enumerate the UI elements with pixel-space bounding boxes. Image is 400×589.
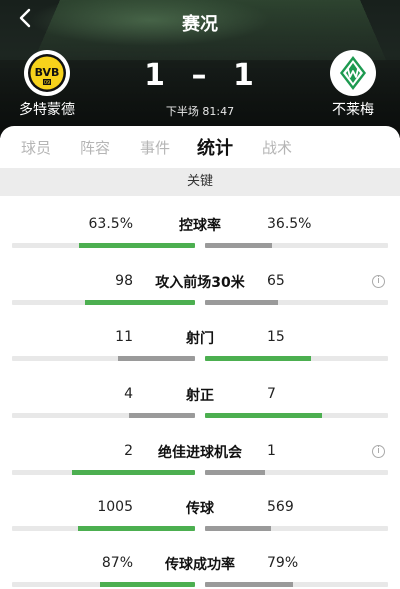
stat-away-value: 79% bbox=[267, 555, 299, 571]
stat-home-bar bbox=[72, 470, 195, 475]
stat-away-value: 569 bbox=[267, 499, 294, 515]
stat-row-shots: 11 射门 15 bbox=[0, 317, 400, 374]
stat-row-possession: 63.5% 控球率 36.5% bbox=[0, 204, 400, 261]
stat-away-value: 36.5% bbox=[267, 216, 312, 232]
stat-home-bar bbox=[77, 526, 195, 531]
tab-lineup[interactable]: 阵容 bbox=[80, 137, 110, 158]
stat-away-value: 1 bbox=[267, 443, 276, 459]
tab-players[interactable]: 球员 bbox=[21, 137, 51, 158]
stat-away-value: 7 bbox=[267, 386, 276, 402]
stat-row-big-chances: 2 绝佳进球机会 1 i bbox=[0, 431, 400, 488]
stat-away-bar-track bbox=[205, 243, 388, 248]
stat-home-bar bbox=[78, 243, 195, 248]
stat-away-bar-track bbox=[205, 526, 388, 531]
stat-home-bar-track bbox=[12, 356, 195, 361]
stat-away-bar bbox=[205, 356, 312, 361]
score-home: 1 bbox=[144, 58, 168, 93]
stat-home-bar-track bbox=[12, 582, 195, 587]
stat-away-bar bbox=[205, 243, 272, 248]
stat-home-bar bbox=[85, 300, 195, 305]
stat-home-bar-track bbox=[12, 470, 195, 475]
score-away: 1 bbox=[232, 58, 256, 93]
stat-away-bar bbox=[205, 470, 266, 475]
info-icon[interactable]: i bbox=[372, 275, 385, 288]
section-header-key: 关键 bbox=[0, 168, 400, 196]
away-team-crest[interactable] bbox=[330, 50, 376, 96]
stat-row-pass-accuracy: 87% 传球成功率 79% bbox=[0, 543, 400, 589]
stat-row-shots-on-target: 4 射正 7 bbox=[0, 374, 400, 431]
stat-row-final-third-entries: 98 攻入前场30米 65 i bbox=[0, 261, 400, 318]
werder-logo-icon bbox=[334, 54, 372, 92]
stat-home-bar-track bbox=[12, 300, 195, 305]
stat-home-bar-track bbox=[12, 413, 195, 418]
stat-row-passes: 1005 传球 569 bbox=[0, 487, 400, 544]
info-icon[interactable]: i bbox=[372, 445, 385, 458]
page-title: 赛况 bbox=[182, 14, 218, 35]
stat-away-bar-track bbox=[205, 470, 388, 475]
stat-away-bar-track bbox=[205, 582, 388, 587]
stat-away-bar bbox=[205, 300, 279, 305]
stat-away-bar-track bbox=[205, 413, 388, 418]
stat-home-bar bbox=[99, 582, 195, 587]
stat-home-bar-track bbox=[12, 526, 195, 531]
match-header: 赛况 BVB 09 多特蒙德 1 – 1 下半场 81:47 不莱梅 bbox=[0, 0, 400, 138]
tab-tactics[interactable]: 战术 bbox=[262, 137, 292, 158]
stat-home-bar bbox=[129, 413, 195, 418]
stat-home-bar-track bbox=[12, 243, 195, 248]
stat-away-bar bbox=[205, 413, 323, 418]
stat-away-bar bbox=[205, 526, 271, 531]
away-team-name[interactable]: 不莱梅 bbox=[313, 99, 393, 119]
stat-away-bar bbox=[205, 582, 293, 587]
stat-away-value: 65 bbox=[267, 273, 285, 289]
score-separator: – bbox=[191, 58, 209, 93]
stat-away-bar-track bbox=[205, 300, 388, 305]
tab-events[interactable]: 事件 bbox=[140, 137, 170, 158]
tab-stats[interactable]: 统计 bbox=[197, 134, 233, 160]
tab-bar: 球员 阵容 事件 统计 战术 bbox=[0, 126, 400, 168]
stat-away-bar-track bbox=[205, 356, 388, 361]
stat-home-bar bbox=[118, 356, 195, 361]
stat-away-value: 15 bbox=[267, 329, 285, 345]
